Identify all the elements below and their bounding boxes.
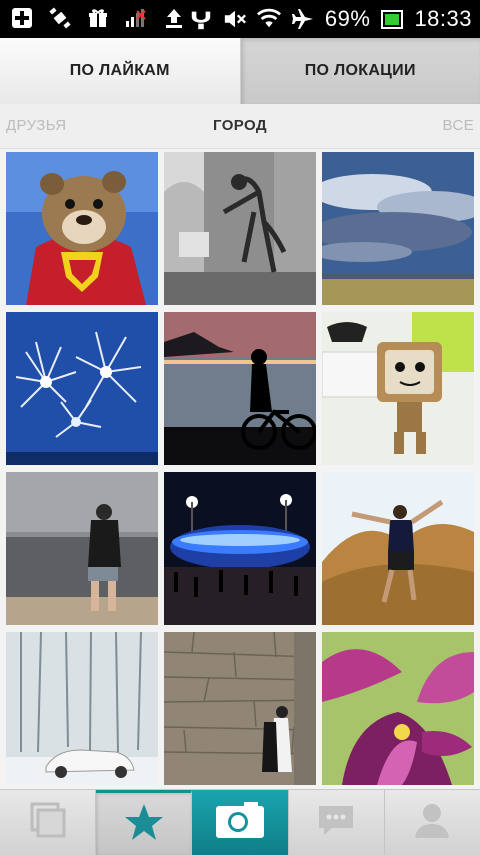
wifi-icon xyxy=(257,7,281,31)
photo-wedding-stone-wall[interactable] xyxy=(164,632,316,785)
photo-cloudy-sky-field[interactable] xyxy=(322,152,474,305)
mute-icon xyxy=(223,7,247,31)
satellite-icon xyxy=(48,6,72,30)
gift-icon xyxy=(86,6,110,30)
battery-percent: 69% xyxy=(325,6,371,32)
tab-by-location[interactable]: ПО ЛОКАЦИИ xyxy=(241,38,480,104)
photo-dinosaur-skeleton-museum[interactable] xyxy=(164,152,316,305)
scope-city[interactable]: ГОРОД xyxy=(0,104,480,148)
photo-snowy-forest-car[interactable] xyxy=(6,632,158,785)
battery-icon xyxy=(380,7,404,31)
status-bar: 69% 18:33 xyxy=(0,0,480,38)
gallery-icon xyxy=(28,800,68,845)
upload-icon xyxy=(162,6,186,30)
scope-friends[interactable]: ДРУЗЬЯ xyxy=(6,104,67,148)
signal-off-icon xyxy=(124,6,148,30)
photo-jumping-man-hills[interactable] xyxy=(322,472,474,625)
photo-sackboy-toy[interactable] xyxy=(322,312,474,465)
tab-by-location-label: ПО ЛОКАЦИИ xyxy=(305,62,416,80)
clock: 18:33 xyxy=(414,6,472,32)
tab-by-likes-label: ПО ЛАЙКАМ xyxy=(70,62,170,80)
photo-purple-flowers[interactable] xyxy=(322,632,474,785)
sort-tabs: ПО ЛАЙКАМ ПО ЛОКАЦИИ xyxy=(0,38,480,104)
airplane-icon xyxy=(291,7,315,31)
tab-by-likes[interactable]: ПО ЛАЙКАМ xyxy=(0,38,241,104)
nav-profile[interactable] xyxy=(385,790,480,855)
nav-favorites[interactable] xyxy=(96,790,192,855)
system-icons: 69% 18:33 xyxy=(189,0,472,38)
photo-stadium-night[interactable] xyxy=(164,472,316,625)
photo-couple-beach[interactable] xyxy=(6,472,158,625)
photo-cyclist-sunset-sea[interactable] xyxy=(164,312,316,465)
scope-selector: ГОРОД ДРУЗЬЯ ВСЕ xyxy=(0,104,480,149)
photo-grid xyxy=(6,152,474,786)
scope-all[interactable]: ВСЕ xyxy=(442,104,474,148)
camera-icon xyxy=(214,800,266,845)
nav-camera[interactable] xyxy=(192,790,288,855)
plus-notification-icon xyxy=(10,6,34,30)
usb-debug-icon xyxy=(189,7,213,31)
star-icon xyxy=(123,801,165,848)
photo-fireworks[interactable] xyxy=(6,312,158,465)
notification-icons xyxy=(10,6,186,30)
nav-gallery[interactable] xyxy=(0,790,96,855)
photo-bear-superman[interactable] xyxy=(6,152,158,305)
profile-icon xyxy=(412,800,452,845)
bottom-nav xyxy=(0,789,480,855)
chat-icon xyxy=(316,802,356,843)
nav-messages[interactable] xyxy=(289,790,385,855)
